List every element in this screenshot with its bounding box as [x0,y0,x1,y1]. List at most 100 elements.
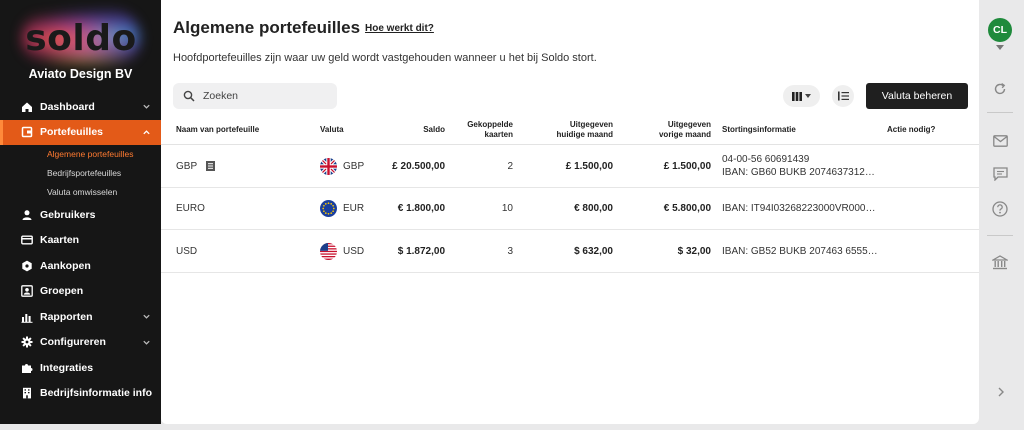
user-icon [21,209,33,221]
table-header: Naam van portefeuille Valuta Saldo Gekop… [161,115,979,145]
chat-icon[interactable] [991,165,1009,183]
sidebar-item-dashboard[interactable]: Dashboard [0,94,161,120]
linked-cards-cell: 10 [501,203,513,214]
chevron-up-icon [143,129,150,134]
document-icon[interactable] [206,161,216,171]
balance-cell: $ 1.872,00 [397,245,445,257]
sidebar-item-label: Integraties [40,361,94,374]
deposit-info-cell: 04-00-56 60691439 IBAN: GB60 BUKB 2074637… [722,154,875,178]
sidebar-item-integraties[interactable]: Integraties [0,355,161,381]
spent-previous-cell: £ 1.500,00 [663,160,711,172]
spent-previous-cell: $ 32,00 [677,245,711,257]
sidebar-item-groepen[interactable]: Groepen [0,279,161,305]
currency-cell: EUR [320,188,364,230]
chart-icon [21,311,33,323]
help-link[interactable]: Hoe werkt dit? [365,23,434,34]
bank-icon[interactable] [991,253,1009,271]
mail-icon[interactable] [991,132,1009,150]
columns-icon [792,91,802,101]
help-icon[interactable] [991,200,1009,218]
header-balance[interactable]: Saldo [405,125,445,135]
home-icon [21,101,33,113]
sidebar-subitem-valuta-omwisselen[interactable]: Valuta omwisselen [0,183,161,202]
search-icon [183,90,195,102]
search-input[interactable] [203,90,323,102]
sidebar: soldo Aviato Design BV Dashboard Portefe… [0,0,161,424]
header-action-needed[interactable]: Actie nodig? [887,125,935,135]
sidebar-item-kaarten[interactable]: Kaarten [0,228,161,254]
main-panel: Algemene portefeuilles Hoe werkt dit? Ho… [161,0,979,424]
avatar[interactable]: CL [988,18,1012,42]
chevron-down-icon [143,340,150,345]
chevron-down-icon [143,104,150,109]
deposit-info-cell: IBAN: IT94I03268223000VR000… [722,203,876,214]
group-icon [21,285,33,298]
sidebar-item-aankopen[interactable]: Aankopen [0,253,161,279]
search-box[interactable] [173,83,337,109]
sidebar-item-label: Configureren [40,336,106,349]
building-icon [21,387,33,399]
sidebar-item-configureren[interactable]: Configureren [0,330,161,356]
header-currency[interactable]: Valuta [320,125,344,135]
spent-current-cell: € 800,00 [574,203,613,214]
table-row[interactable]: GBP GBP £ 20.500,00 2 £ 1.500,00 £ 1.500… [161,145,979,188]
right-rail: CL [979,0,1024,430]
page-subtitle: Hoofdportefeuilles zijn waar uw geld wor… [173,52,597,64]
manage-currencies-button[interactable]: Valuta beheren [866,83,968,109]
eu-flag-icon [320,200,337,217]
spent-current-cell: $ 632,00 [574,245,613,257]
header-spent-current-month[interactable]: Uitgegeven huidige maand [531,120,613,140]
wallet-name: GBP [176,145,216,187]
rail-divider [987,112,1013,113]
card-icon [21,234,33,246]
spent-previous-cell: € 5.800,00 [663,203,711,214]
sidebar-item-rapporten[interactable]: Rapporten [0,304,161,330]
list-icon [837,91,849,101]
sidebar-item-label: Dashboard [40,100,95,113]
puzzle-icon [21,362,33,374]
table-row[interactable]: USD USD $ 1.872,00 3 $ 632,00 $ 32,00 IB… [161,230,979,273]
gear-icon [21,336,33,348]
spent-current-cell: £ 1.500,00 [565,160,613,172]
refresh-icon[interactable] [991,80,1009,98]
chevron-right-icon[interactable] [997,387,1005,397]
currency-cell: USD [320,230,364,272]
wallet-name: USD [176,245,198,257]
sidebar-item-label: Rapporten [40,310,93,323]
list-view-button[interactable] [832,85,854,107]
columns-toggle-button[interactable] [783,85,820,107]
sidebar-subitem-algemene-portefeuilles[interactable]: Algemene portefeuilles [0,145,161,164]
caret-down-icon[interactable] [996,45,1004,50]
uk-flag-icon [320,157,337,175]
chevron-down-icon [143,314,150,319]
purchase-icon [21,260,33,272]
deposit-info-cell: IBAN: GB52 BUKB 207463 6555… [722,245,878,257]
header-linked-cards[interactable]: Gekoppelde kaarten [453,120,513,140]
company-name: Aviato Design BV [28,67,133,81]
sidebar-item-portefeuilles[interactable]: Portefeuilles [0,119,161,145]
linked-cards-cell: 3 [507,245,513,257]
header-deposit-info[interactable]: Stortingsinformatie [722,125,796,135]
header-spent-previous-month[interactable]: Uitgegeven vorige maand [631,120,711,140]
rail-divider [987,235,1013,236]
table-row[interactable]: EURO EUR € 1.800,00 10 € 800,00 € 5.800,… [161,188,979,230]
sidebar-item-label: Aankopen [40,259,91,272]
sidebar-item-label: Kaarten [40,234,80,247]
balance-cell: € 1.800,00 [397,203,445,214]
wallet-icon [21,126,33,138]
balance-cell: £ 20.500,00 [392,160,445,172]
sidebar-item-gebruikers[interactable]: Gebruikers [0,202,161,228]
wallets-table: Naam van portefeuille Valuta Saldo Gekop… [161,115,979,273]
sidebar-item-label: Gebruikers [40,208,96,221]
sidebar-item-label: Bedrijfsinformatie info [40,387,153,400]
sidebar-item-bedrijfsinformatie[interactable]: Bedrijfsinformatie info [0,381,161,407]
page-title: Algemene portefeuilles [173,18,361,37]
us-flag-icon [320,242,337,260]
linked-cards-cell: 2 [507,160,513,172]
sidebar-nav: Dashboard Portefeuilles Algemene portefe… [0,94,161,406]
sidebar-subitem-bedrijfsportefeuilles[interactable]: Bedrijfsportefeuilles [0,164,161,183]
wallet-name: EURO [176,203,205,214]
currency-cell: GBP [320,145,364,187]
header-name[interactable]: Naam van portefeuille [176,125,259,135]
soldo-logo[interactable]: soldo [22,10,140,66]
